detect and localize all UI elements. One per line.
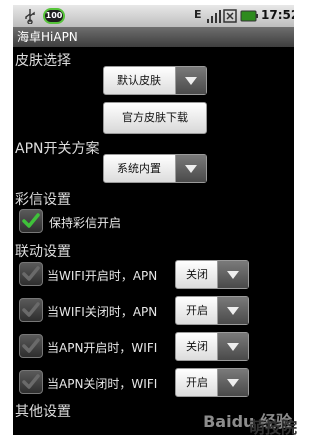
mms-section-label: 彩信设置 xyxy=(15,192,71,208)
apn-scheme-spinner-value: 系统内置 xyxy=(117,162,161,175)
linkage-row-3-spinner[interactable]: 关闭 xyxy=(175,332,249,361)
check-icon xyxy=(22,338,40,353)
keep-mms-on-checkbox[interactable] xyxy=(19,209,43,233)
skin-spinner[interactable]: 默认皮肤 xyxy=(103,66,207,95)
linkage-section-label: 联动设置 xyxy=(15,244,71,260)
skin-section-label: 皮肤选择 xyxy=(15,53,71,69)
usb-icon xyxy=(25,9,35,24)
battery-icon xyxy=(240,10,258,22)
linkage-row-1-value: 关闭 xyxy=(186,268,208,281)
app-title-bar: 海卓HiAPN xyxy=(13,27,294,47)
corner-logo: 萌技院 xyxy=(245,404,303,442)
notification-badge: 100 xyxy=(43,8,65,24)
check-icon xyxy=(22,266,40,281)
check-icon xyxy=(22,374,40,389)
chevron-down-icon xyxy=(217,333,248,360)
linkage-checkbox-3[interactable] xyxy=(19,334,43,358)
signal-icon xyxy=(207,10,221,23)
chevron-down-icon xyxy=(217,297,248,324)
chevron-down-icon xyxy=(175,67,206,94)
chevron-down-icon xyxy=(217,261,248,288)
phone-screen: 100 E 17:52 海卓HiAPN 皮肤选择 默认皮肤 官方皮肤下载 APN… xyxy=(13,5,294,435)
clock: 17:52 xyxy=(261,8,294,22)
linkage-row-4-value: 开启 xyxy=(186,376,208,389)
linkage-checkbox-1[interactable] xyxy=(19,262,43,286)
check-icon xyxy=(22,213,40,228)
linkage-row-2-label: 当WIFI关闭时，APN xyxy=(47,305,158,319)
check-icon xyxy=(22,302,40,317)
network-type-label: E xyxy=(194,8,202,21)
linkage-checkbox-2[interactable] xyxy=(19,298,43,322)
linkage-row-1-label: 当WIFI开启时，APN xyxy=(47,269,158,283)
linkage-row-2-value: 开启 xyxy=(186,304,208,317)
linkage-row-4-label: 当APN关闭时，WIFI xyxy=(47,377,158,391)
linkage-row-1-spinner[interactable]: 关闭 xyxy=(175,260,249,289)
status-bar: 100 E 17:52 xyxy=(13,5,294,27)
apn-scheme-spinner[interactable]: 系统内置 xyxy=(103,154,207,183)
other-section-label: 其他设置 xyxy=(15,404,71,420)
gsm-icon xyxy=(223,9,237,23)
chevron-down-icon xyxy=(175,155,206,182)
skin-spinner-value: 默认皮肤 xyxy=(117,74,161,87)
corner-logo-text: 萌技院 xyxy=(249,418,298,437)
linkage-row-3-value: 关闭 xyxy=(186,340,208,353)
keep-mms-on-label: 保持彩信开启 xyxy=(49,216,122,230)
linkage-checkbox-4[interactable] xyxy=(19,370,43,394)
linkage-row-3-label: 当APN开启时，WIFI xyxy=(47,341,158,355)
chevron-down-icon xyxy=(217,369,248,396)
linkage-row-2-spinner[interactable]: 开启 xyxy=(175,296,249,325)
download-skin-button[interactable]: 官方皮肤下载 xyxy=(103,102,207,134)
linkage-row-4-spinner[interactable]: 开启 xyxy=(175,368,249,397)
apn-scheme-section-label: APN开关方案 xyxy=(15,141,100,157)
